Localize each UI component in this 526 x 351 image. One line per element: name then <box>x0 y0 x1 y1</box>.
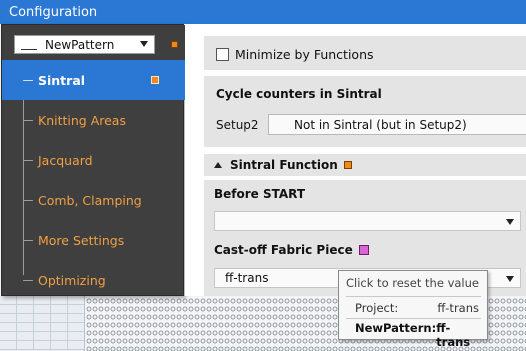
before-start-label: Before START <box>214 187 306 201</box>
modified-marker-icon <box>151 76 159 84</box>
sidebar-item-label: Optimizing <box>38 272 106 288</box>
setup2-label: Setup2 <box>216 118 259 132</box>
reset-value-tooltip: Click to reset the value Project: ff-tra… <box>338 270 488 349</box>
minimize-label: Minimize by Functions <box>235 47 374 62</box>
setup2-value: Not in Sintral (but in Setup2) <box>294 117 467 132</box>
settings-content: Minimize by Functions Cycle counters in … <box>185 24 526 296</box>
tooltip-project-label: Project: <box>355 301 399 315</box>
chevron-down-icon <box>140 41 148 47</box>
window-title: Configuration <box>9 4 98 20</box>
tree-branch <box>23 200 33 201</box>
minimize-by-functions-option[interactable]: Minimize by Functions <box>216 47 374 62</box>
sidebar-item-sintral[interactable]: Sintral <box>2 60 185 100</box>
tooltip-pattern-label: NewPattern: <box>355 321 437 335</box>
sidebar-item-label: Comb, Clamping <box>38 192 142 208</box>
pattern-dropdown-value: NewPattern <box>45 37 115 52</box>
sidebar-item-optimizing[interactable]: Optimizing <box>2 260 185 300</box>
sidebar-item-jacquard[interactable]: Jacquard <box>2 140 185 180</box>
before-start-dropdown[interactable] <box>214 211 521 231</box>
tooltip-pattern-row: NewPattern: ff-trans <box>355 321 479 349</box>
sidebar-item-more-settings[interactable]: More Settings <box>2 220 185 260</box>
tooltip-project-value: ff-trans <box>437 301 479 315</box>
tree-branch <box>23 120 33 121</box>
tree-branch <box>23 240 33 241</box>
castoff-fabric-piece-heading: Cast-off Fabric Piece <box>214 243 369 257</box>
tree-branch <box>23 160 33 161</box>
pattern-marker-icon <box>171 41 178 48</box>
section-divider <box>204 176 526 180</box>
reset-value-marker-icon[interactable] <box>358 245 369 255</box>
castoff-label: Cast-off Fabric Piece <box>214 243 353 257</box>
modified-marker-icon <box>343 161 352 169</box>
window-title-bar: Configuration <box>0 0 526 24</box>
tree-branch <box>23 280 33 281</box>
general-section: Minimize by Functions Cycle counters in … <box>204 36 526 147</box>
sidebar-item-label: Sintral <box>38 72 86 88</box>
minimize-checkbox[interactable] <box>216 48 229 61</box>
sintral-function-header[interactable]: Sintral Function <box>214 158 352 172</box>
tooltip-project-row: Project: ff-trans <box>355 301 479 315</box>
sidebar-nav: Sintral Knitting Areas Jacquard Comb, Cl… <box>2 60 185 300</box>
section-divider <box>204 70 526 76</box>
grid-columns <box>0 296 85 351</box>
sidebar-item-label: Jacquard <box>38 152 93 168</box>
sidebar-item-label: More Settings <box>38 232 125 248</box>
tooltip-divider <box>346 296 481 297</box>
sidebar-item-knitting-areas[interactable]: Knitting Areas <box>2 100 185 140</box>
castoff-value: ff-trans <box>225 271 269 285</box>
settings-navigation-panel: NewPattern Sintral Knitting Areas Jacqua… <box>1 24 185 296</box>
sidebar-item-comb-clamping[interactable]: Comb, Clamping <box>2 180 185 220</box>
tree-branch <box>23 80 33 81</box>
pattern-dropdown[interactable]: NewPattern <box>14 35 155 54</box>
sintral-function-title: Sintral Function <box>230 158 338 172</box>
tooltip-title: Click to reset the value <box>346 276 479 290</box>
setup2-dropdown[interactable]: Not in Sintral (but in Setup2) <box>268 114 526 135</box>
tooltip-pattern-value: ff-trans <box>436 321 471 349</box>
collapse-arrow-icon[interactable] <box>214 162 222 168</box>
chevron-down-icon <box>506 276 514 282</box>
chevron-down-icon <box>506 219 514 225</box>
sidebar-item-label: Knitting Areas <box>38 112 126 128</box>
pattern-swatch-icon <box>21 39 37 50</box>
cycle-counters-heading: Cycle counters in Sintral <box>216 87 382 101</box>
tooltip-divider <box>346 318 481 319</box>
pattern-selector-row: NewPattern <box>2 25 185 60</box>
